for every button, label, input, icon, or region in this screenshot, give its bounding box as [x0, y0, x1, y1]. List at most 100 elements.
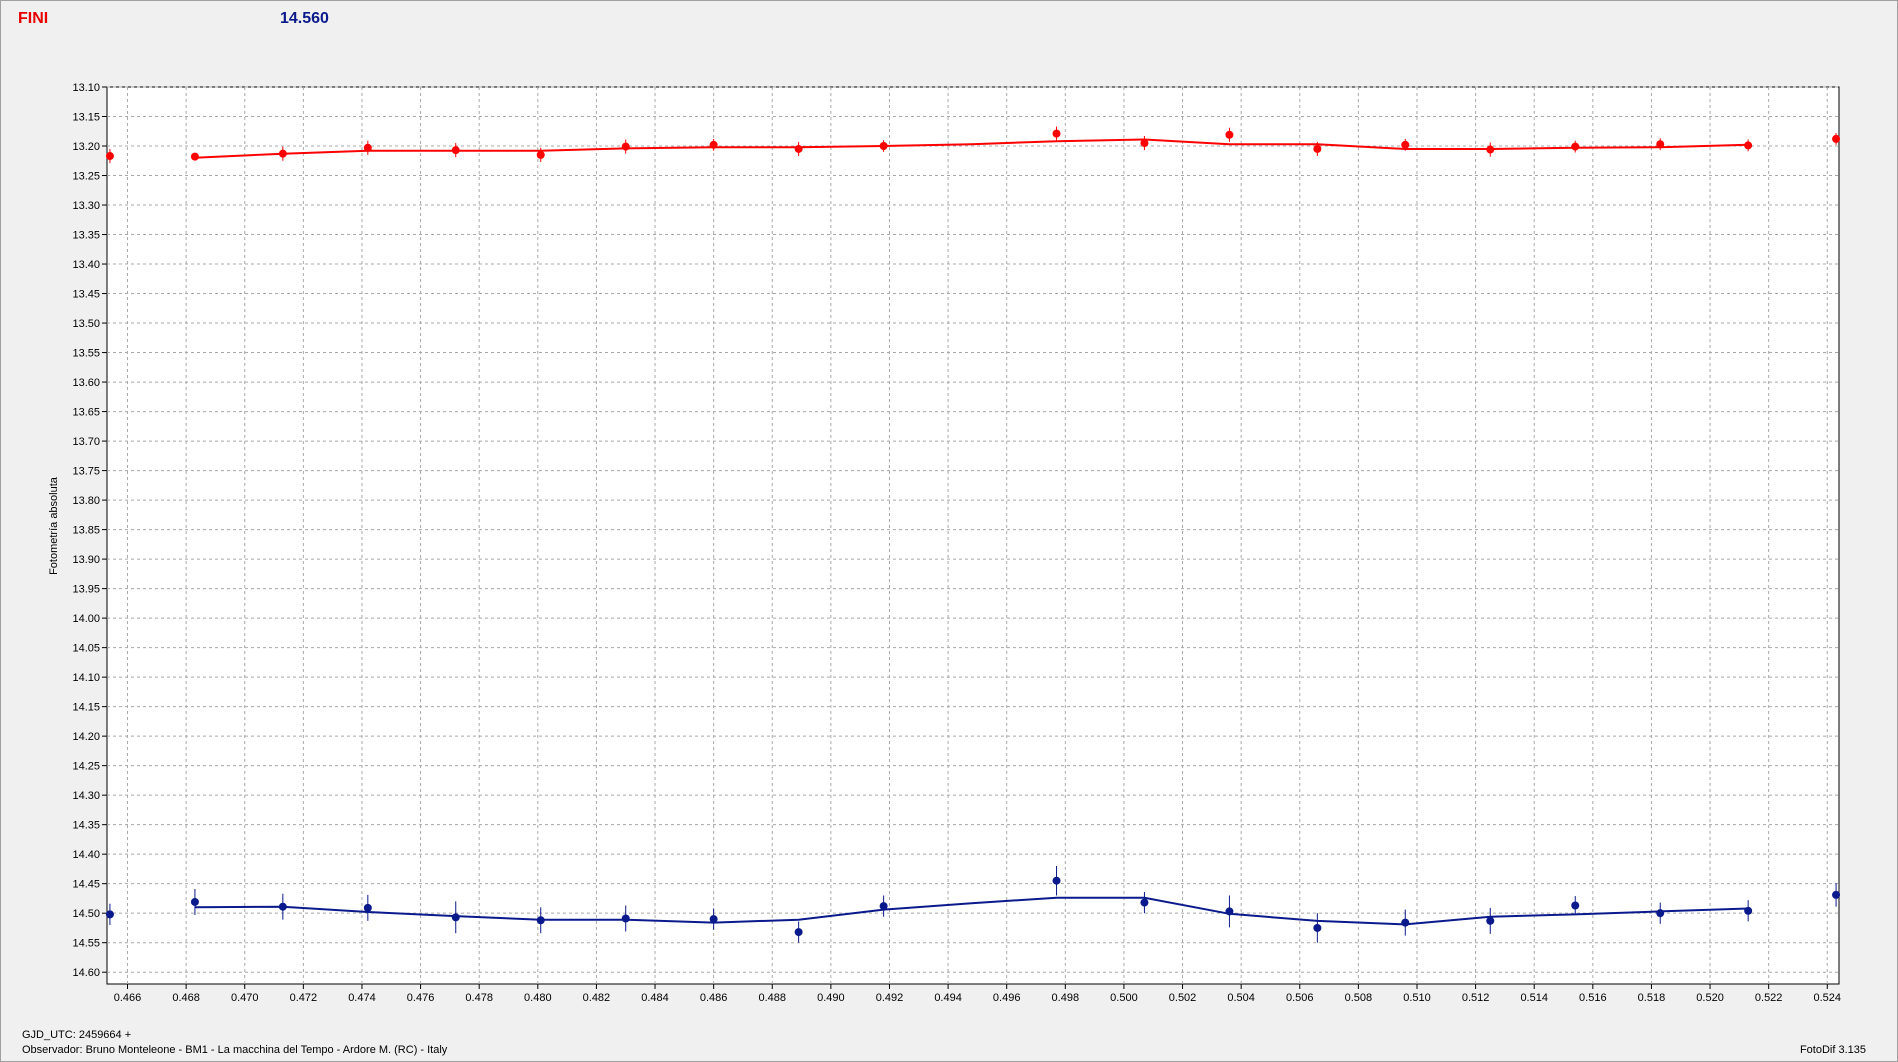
data-point — [1052, 129, 1061, 138]
data-point — [1486, 916, 1495, 925]
y-axis-label: Fotometría absoluta — [48, 477, 60, 575]
y-tick-label: 13.95 — [72, 584, 100, 596]
y-tick-label: 13.30 — [72, 200, 100, 212]
y-tick-label: 13.80 — [72, 495, 100, 507]
plot-area — [106, 86, 1840, 985]
x-tick-label: 0.496 — [993, 992, 1021, 1004]
x-tick-label: 0.468 — [172, 992, 200, 1004]
data-point — [1401, 140, 1410, 149]
data-point — [794, 928, 803, 937]
data-point — [1140, 898, 1149, 907]
x-tick-label: 0.506 — [1286, 992, 1314, 1004]
y-tick-label: 14.50 — [72, 908, 100, 920]
y-tick-label: 13.40 — [72, 259, 100, 271]
data-point — [1656, 140, 1665, 149]
data-point — [1052, 876, 1061, 885]
x-tick-label: 0.488 — [758, 992, 786, 1004]
data-point — [278, 149, 287, 158]
x-tick-label: 0.524 — [1814, 992, 1842, 1004]
x-tick-label: 0.490 — [817, 992, 845, 1004]
x-tick-label: 0.522 — [1755, 992, 1783, 1004]
data-point — [879, 142, 888, 151]
data-point — [794, 144, 803, 153]
data-point — [1140, 139, 1149, 148]
gjd-label: GJD_UTC: 2459664 + — [22, 1029, 132, 1041]
data-point — [879, 902, 888, 911]
y-tick-label: 13.10 — [72, 82, 100, 94]
data-point — [536, 150, 545, 159]
y-tick-label: 14.00 — [72, 613, 100, 625]
data-point — [1571, 142, 1580, 151]
x-tick-label: 0.486 — [700, 992, 728, 1004]
y-tick-label: 13.65 — [72, 407, 100, 419]
version-label: FotoDif 3.135 — [1799, 1044, 1866, 1056]
data-point — [1656, 909, 1665, 918]
x-tick-label: 0.520 — [1696, 992, 1724, 1004]
x-tick-label: 0.470 — [231, 992, 259, 1004]
y-tick-label: 14.25 — [72, 761, 100, 773]
x-tick-label: 0.478 — [465, 992, 493, 1004]
y-tick-label: 13.15 — [72, 112, 100, 124]
x-tick-label: 0.518 — [1638, 992, 1666, 1004]
data-point — [709, 140, 718, 149]
data-point — [363, 903, 372, 912]
x-tick-label: 0.474 — [348, 992, 376, 1004]
data-point — [451, 913, 460, 922]
y-tick-label: 14.45 — [72, 879, 100, 891]
data-point — [105, 152, 114, 161]
data-point — [1313, 144, 1322, 153]
data-point — [1225, 907, 1234, 916]
y-tick-label: 14.55 — [72, 938, 100, 950]
data-point — [1401, 918, 1410, 927]
data-point — [1744, 906, 1753, 915]
y-tick-label: 13.75 — [72, 466, 100, 478]
y-tick-label: 14.30 — [72, 790, 100, 802]
y-tick-label: 13.85 — [72, 525, 100, 537]
x-tick-label: 0.494 — [934, 992, 962, 1004]
x-tick-label: 0.504 — [1227, 992, 1255, 1004]
data-point — [709, 915, 718, 924]
y-tick-label: 14.20 — [72, 731, 100, 743]
data-point — [1832, 890, 1841, 899]
data-point — [1571, 901, 1580, 910]
x-tick-label: 0.472 — [290, 992, 318, 1004]
y-tick-label: 14.60 — [72, 967, 100, 979]
data-point — [278, 902, 287, 911]
data-point — [105, 910, 114, 919]
x-tick-label: 0.476 — [407, 992, 435, 1004]
y-tick-label: 14.05 — [72, 643, 100, 655]
light-curve-chart: 0.466 0.468 0.470 0.472 0.474 0.476 0.478 0.480… — [72, 82, 1842, 1004]
x-tick-label: 0.484 — [641, 992, 669, 1004]
x-tick-label: 0.514 — [1520, 992, 1548, 1004]
y-tick-label: 14.35 — [72, 820, 100, 832]
y-tick-label: 14.15 — [72, 702, 100, 714]
observer-label: Observador: Bruno Monteleone - BM1 - La … — [22, 1044, 448, 1056]
x-tick-label: 0.498 — [1052, 992, 1080, 1004]
x-tick-label: 0.480 — [524, 992, 552, 1004]
data-point — [1744, 141, 1753, 150]
data-point — [190, 152, 199, 161]
data-point — [1313, 923, 1322, 932]
data-point — [363, 143, 372, 152]
data-point — [1225, 130, 1234, 139]
data-point — [190, 897, 199, 906]
y-tick-label: 13.90 — [72, 554, 100, 566]
y-tick-label: 13.25 — [72, 171, 100, 183]
y-tick-label: 14.40 — [72, 849, 100, 861]
data-point — [536, 916, 545, 925]
x-tick-label: 0.502 — [1169, 992, 1197, 1004]
x-tick-label: 0.516 — [1579, 992, 1607, 1004]
data-point — [621, 914, 630, 923]
y-tick-label: 14.10 — [72, 672, 100, 684]
x-tick-label: 0.512 — [1462, 992, 1490, 1004]
y-tick-label: 13.60 — [72, 377, 100, 389]
data-point — [1832, 134, 1841, 143]
x-tick-label: 0.508 — [1345, 992, 1373, 1004]
data-point — [621, 142, 630, 151]
data-point — [451, 146, 460, 155]
x-tick-label: 0.500 — [1110, 992, 1138, 1004]
x-tick-label: 0.482 — [583, 992, 611, 1004]
y-tick-label: 13.45 — [72, 289, 100, 301]
y-tick-label: 13.70 — [72, 436, 100, 448]
y-tick-label: 13.50 — [72, 318, 100, 330]
